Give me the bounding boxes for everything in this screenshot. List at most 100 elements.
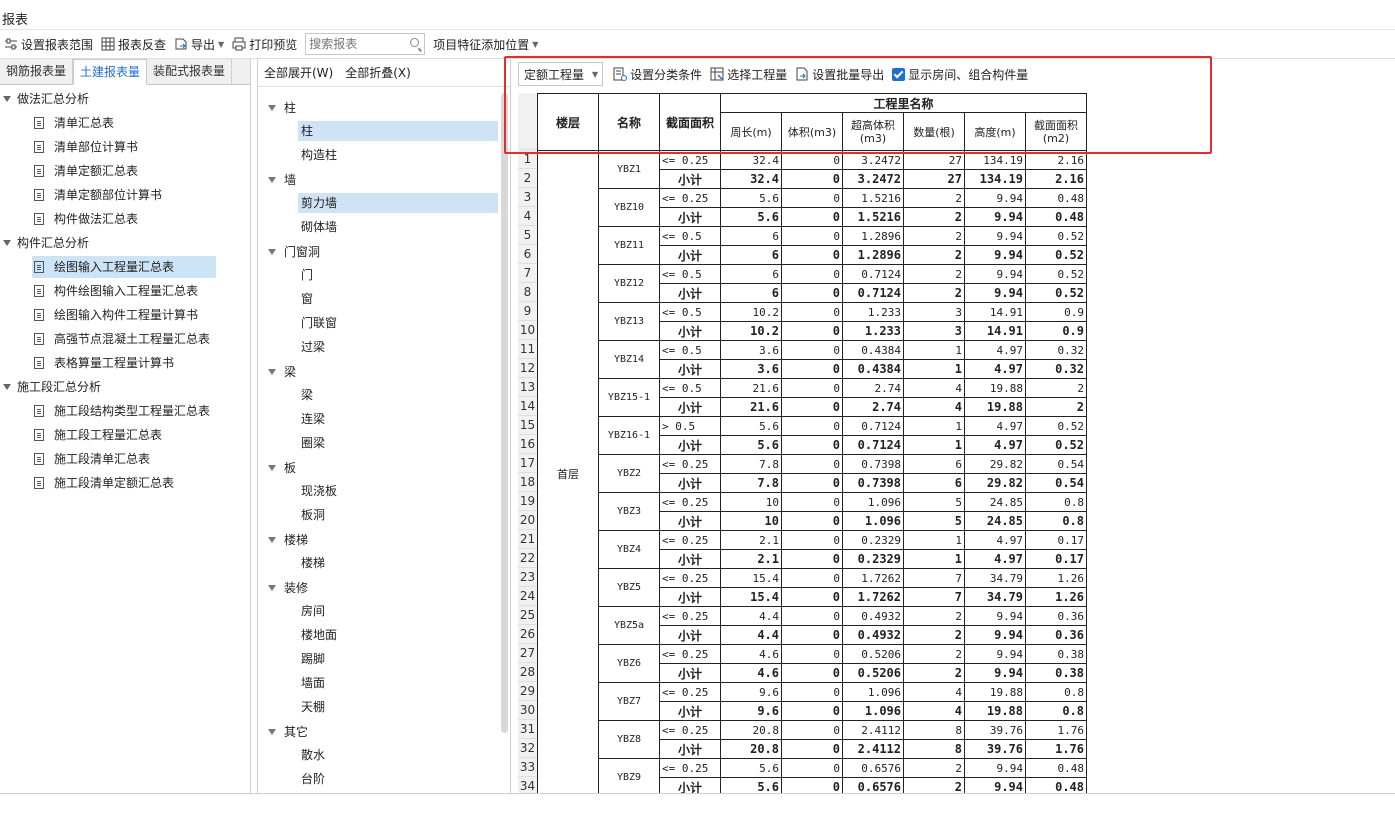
row-number[interactable]: 30 xyxy=(518,701,537,720)
row-number[interactable]: 18 xyxy=(518,473,537,492)
cell-subtotal-value[interactable]: 9.94 xyxy=(964,663,1026,683)
row-number[interactable]: 13 xyxy=(518,378,537,397)
cell-subtotal-value[interactable]: 0 xyxy=(781,625,843,645)
cell-value[interactable]: 0.9 xyxy=(1025,302,1087,322)
cell-value[interactable]: 2.16 xyxy=(1025,150,1087,170)
cell-subtotal-value[interactable]: 21.6 xyxy=(720,397,782,417)
tree-item[interactable]: 清单定额部位计算书 xyxy=(32,184,166,206)
cell-value[interactable]: 0.2329 xyxy=(842,530,904,550)
cell-subtotal-value[interactable]: 10.2 xyxy=(720,321,782,341)
row-number[interactable]: 16 xyxy=(518,435,537,454)
cell-section-condition[interactable]: <= 0.25 xyxy=(659,720,721,740)
cell-value[interactable]: 0 xyxy=(781,720,843,740)
cell-value[interactable]: 19.88 xyxy=(964,378,1026,398)
cell-subtotal-label[interactable]: 小计 xyxy=(659,701,721,721)
cell-subtotal-value[interactable]: 4.6 xyxy=(720,663,782,683)
cell-value[interactable]: 1.096 xyxy=(842,682,904,702)
row-number[interactable]: 9 xyxy=(518,302,537,321)
cell-section-condition[interactable]: <= 0.25 xyxy=(659,150,721,170)
category-item[interactable]: 砌体墙 xyxy=(298,217,340,237)
tree-item[interactable]: 施工段清单定额汇总表 xyxy=(32,472,178,494)
tree-item[interactable]: 构件做法汇总表 xyxy=(32,208,142,230)
cell-value[interactable]: 134.19 xyxy=(964,150,1026,170)
cell-value[interactable]: 27 xyxy=(903,150,965,170)
cell-subtotal-value[interactable]: 0.2329 xyxy=(842,549,904,569)
category-item[interactable]: 楼梯 xyxy=(298,553,328,573)
cell-subtotal-value[interactable]: 3.6 xyxy=(720,359,782,379)
cell-section-condition[interactable]: <= 0.25 xyxy=(659,606,721,626)
cell-value[interactable]: 0.52 xyxy=(1025,416,1087,436)
cell-value[interactable]: 6 xyxy=(720,226,782,246)
cell-value[interactable]: 0 xyxy=(781,150,843,170)
row-number[interactable]: 2 xyxy=(518,169,537,188)
cell-component-name[interactable]: YBZ1 xyxy=(598,150,660,189)
expand-all-button[interactable]: 全部展开(W) xyxy=(264,64,333,81)
cell-value[interactable]: 9.94 xyxy=(964,606,1026,626)
category-item[interactable]: 墙面 xyxy=(298,673,328,693)
row-number[interactable]: 24 xyxy=(518,587,537,606)
cell-subtotal-value[interactable]: 0.54 xyxy=(1025,473,1087,493)
cell-subtotal-value[interactable]: 2 xyxy=(903,283,965,303)
cell-value[interactable]: 2 xyxy=(903,606,965,626)
quantity-type-select[interactable]: 定额工程量 ▼ xyxy=(518,62,604,86)
cell-value[interactable]: 0.4384 xyxy=(842,340,904,360)
row-number[interactable]: 27 xyxy=(518,644,537,663)
cell-value[interactable]: 4 xyxy=(903,378,965,398)
tree-item[interactable]: 绘图输入构件工程量计算书 xyxy=(32,304,202,326)
cell-subtotal-value[interactable]: 0.7124 xyxy=(842,435,904,455)
cell-value[interactable]: 1 xyxy=(903,340,965,360)
cell-value[interactable]: 8 xyxy=(903,720,965,740)
cell-subtotal-value[interactable]: 1.7262 xyxy=(842,587,904,607)
cell-value[interactable]: 5.6 xyxy=(720,416,782,436)
cell-subtotal-value[interactable]: 1.2896 xyxy=(842,245,904,265)
cell-subtotal-label[interactable]: 小计 xyxy=(659,549,721,569)
show-rooms-checkbox[interactable]: 显示房间、组合构件量 xyxy=(888,63,1032,85)
cell-value[interactable]: 4.97 xyxy=(964,530,1026,550)
cell-subtotal-value[interactable]: 5.6 xyxy=(720,207,782,227)
row-number[interactable]: 19 xyxy=(518,492,537,511)
cell-subtotal-value[interactable]: 5 xyxy=(903,511,965,531)
tree-group-method-summary[interactable]: 做法汇总分析 xyxy=(0,87,89,111)
cell-subtotal-value[interactable]: 0 xyxy=(781,245,843,265)
category-item[interactable]: 房间 xyxy=(298,601,328,621)
cell-subtotal-value[interactable]: 2.74 xyxy=(842,397,904,417)
cell-subtotal-value[interactable]: 2 xyxy=(903,625,965,645)
tree-item[interactable]: 清单汇总表 xyxy=(32,112,118,134)
cell-value[interactable]: 0.54 xyxy=(1025,454,1087,474)
category-item[interactable]: 楼地面 xyxy=(298,625,340,645)
cell-value[interactable]: 5.6 xyxy=(720,188,782,208)
cell-subtotal-label[interactable]: 小计 xyxy=(659,283,721,303)
cell-value[interactable]: 0.7124 xyxy=(842,264,904,284)
cell-value[interactable]: 0.8 xyxy=(1025,682,1087,702)
category-item[interactable]: 圈梁 xyxy=(298,433,328,453)
cell-section-condition[interactable]: > 0.5 xyxy=(659,416,721,436)
cell-value[interactable]: 34.79 xyxy=(964,568,1026,588)
cell-value[interactable]: 10.2 xyxy=(720,302,782,322)
cell-component-name[interactable]: YBZ16-1 xyxy=(598,416,660,455)
cell-subtotal-value[interactable]: 4.4 xyxy=(720,625,782,645)
cell-subtotal-value[interactable]: 2.4112 xyxy=(842,739,904,759)
cell-value[interactable]: 0.17 xyxy=(1025,530,1087,550)
row-number[interactable]: 31 xyxy=(518,720,537,739)
cell-value[interactable]: 0.48 xyxy=(1025,758,1087,778)
row-number[interactable]: 10 xyxy=(518,321,537,340)
tree-item[interactable]: 高强节点混凝土工程量汇总表 xyxy=(32,328,214,350)
row-number[interactable]: 29 xyxy=(518,682,537,701)
cell-subtotal-value[interactable]: 134.19 xyxy=(964,169,1026,189)
cell-section-condition[interactable]: <= 0.25 xyxy=(659,568,721,588)
cell-value[interactable]: 9.94 xyxy=(964,264,1026,284)
cell-value[interactable]: 0 xyxy=(781,416,843,436)
cell-value[interactable]: 0 xyxy=(781,682,843,702)
cell-component-name[interactable]: YBZ15-1 xyxy=(598,378,660,417)
cell-subtotal-value[interactable]: 20.8 xyxy=(720,739,782,759)
cell-subtotal-value[interactable]: 2 xyxy=(903,663,965,683)
cell-value[interactable]: 0 xyxy=(781,530,843,550)
cell-subtotal-label[interactable]: 小计 xyxy=(659,207,721,227)
category-item[interactable]: 构造柱 xyxy=(298,145,340,165)
cell-subtotal-value[interactable]: 39.76 xyxy=(964,739,1026,759)
cell-subtotal-value[interactable]: 0 xyxy=(781,397,843,417)
cell-subtotal-value[interactable]: 15.4 xyxy=(720,587,782,607)
cell-subtotal-value[interactable]: 32.4 xyxy=(720,169,782,189)
cell-subtotal-value[interactable]: 0 xyxy=(781,283,843,303)
cell-value[interactable]: 1.7262 xyxy=(842,568,904,588)
